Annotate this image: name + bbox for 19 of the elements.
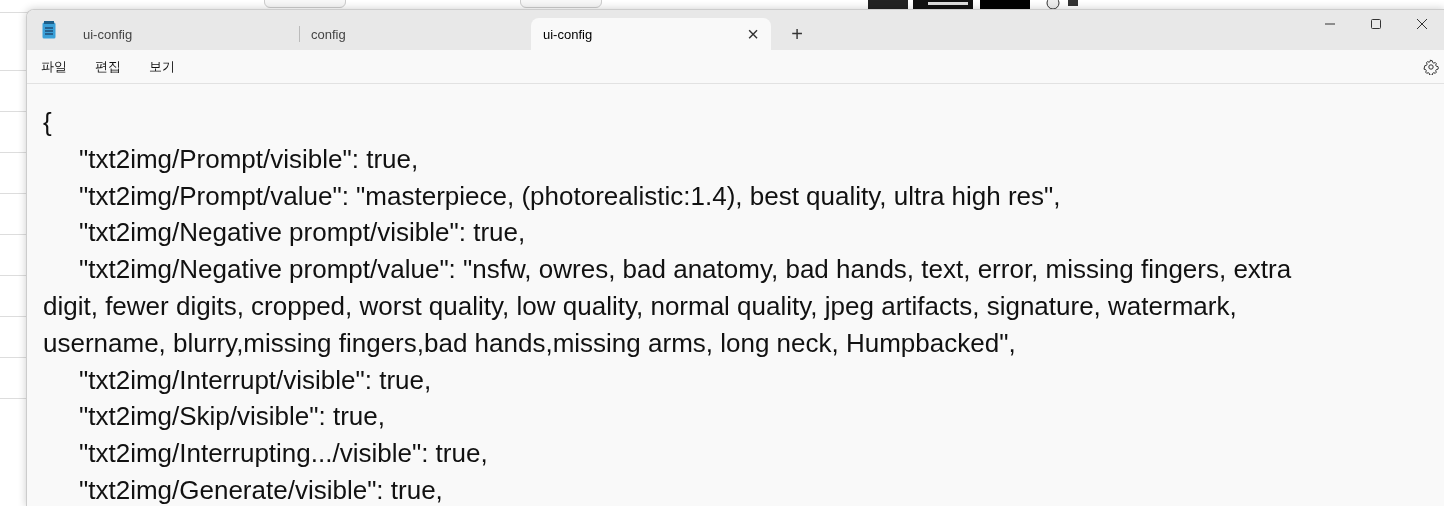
tab[interactable]: ui-config × — [531, 18, 771, 50]
text-line: "txt2img/Interrupting.../visible": true, — [78, 437, 489, 471]
notepad-icon — [42, 21, 56, 39]
text-line: "txt2img/Negative prompt/visible": true, — [78, 216, 527, 250]
text-line: "txt2img/Generate/visible": true, — [78, 473, 444, 506]
tab[interactable]: ui-config — [71, 18, 299, 50]
text-line: "txt2img/Skip/visible": true, — [78, 400, 386, 434]
menu-item[interactable]: 보기 — [149, 53, 189, 80]
settings-icon[interactable] — [1423, 58, 1439, 75]
tab[interactable]: config — [299, 18, 527, 50]
close-tab-button[interactable]: × — [747, 24, 759, 44]
text-line: "txt2img/Negative prompt/value": "nsfw, owres, bad anatomy, bad hands, text, error, missing fingers, extra digit, fewer digits, cropped, worst quality, low quality, normal quality, jpeg artifacts, signature, watermark, username, blurry,missing fingers,bad hands,missing arms, long neck, Humpbacked", — [43, 253, 1293, 360]
menu-item[interactable]: 파일 — [41, 53, 81, 80]
text-line: "txt2img/Interrupt/visible": true, — [78, 363, 433, 397]
menu-item[interactable]: 편집 — [95, 53, 135, 80]
text-line: { — [43, 106, 53, 139]
text-line: "txt2img/Prompt/value": "masterpiece, (photorealistic:1.4), best quality, ultra high res", — [78, 179, 1062, 213]
new-tab-button[interactable]: + — [775, 18, 819, 50]
text-line: "txt2img/Prompt/visible": true, — [78, 142, 420, 176]
